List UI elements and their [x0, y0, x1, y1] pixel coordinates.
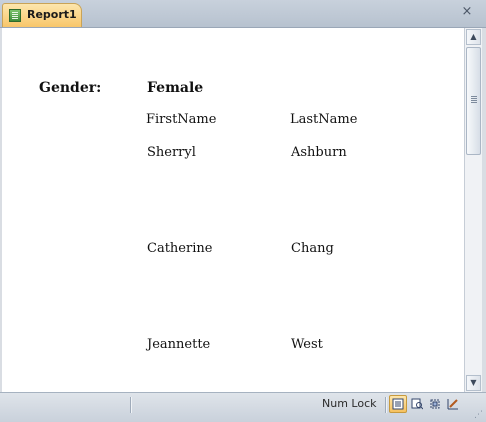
cell-firstname: Sherryl	[147, 145, 196, 160]
column-header-firstname: FirstName	[146, 112, 217, 127]
close-icon[interactable]: ×	[460, 5, 474, 19]
group-value: Female	[147, 80, 204, 96]
group-label: Gender:	[39, 80, 102, 96]
grip-icon	[471, 96, 477, 97]
report-canvas: Gender: Female FirstName LastName Sherry…	[2, 28, 464, 392]
report-view-icon[interactable]	[389, 395, 407, 413]
layout-view-icon[interactable]	[426, 395, 444, 413]
tab-report1[interactable]: Report1	[2, 3, 82, 27]
document-tab-strip: Report1 ×	[0, 0, 486, 28]
status-divider	[130, 397, 131, 413]
design-view-icon[interactable]	[444, 395, 462, 413]
column-header-lastname: LastName	[290, 112, 358, 127]
status-divider	[385, 397, 386, 413]
print-preview-icon[interactable]	[408, 395, 426, 413]
cell-firstname: Jeannette	[147, 337, 211, 352]
cell-lastname: Ashburn	[291, 145, 347, 160]
scroll-up-icon[interactable]: ▲	[466, 29, 481, 45]
scrollbar-thumb[interactable]	[466, 47, 481, 155]
tab-label: Report1	[27, 8, 77, 21]
report-window: Report1 × Gender: Female FirstName LastN…	[0, 0, 486, 422]
vertical-scrollbar[interactable]: ▲ ▼	[464, 28, 482, 392]
scroll-down-icon[interactable]: ▼	[466, 375, 481, 391]
report-icon	[9, 9, 21, 22]
num-lock-indicator: Num Lock	[322, 397, 377, 410]
status-bar: Num Lock ⋰	[0, 392, 486, 422]
cell-lastname: Chang	[291, 241, 334, 256]
resize-grip-icon[interactable]: ⋰	[474, 410, 484, 420]
cell-lastname: West	[291, 337, 323, 352]
cell-firstname: Catherine	[147, 241, 213, 256]
